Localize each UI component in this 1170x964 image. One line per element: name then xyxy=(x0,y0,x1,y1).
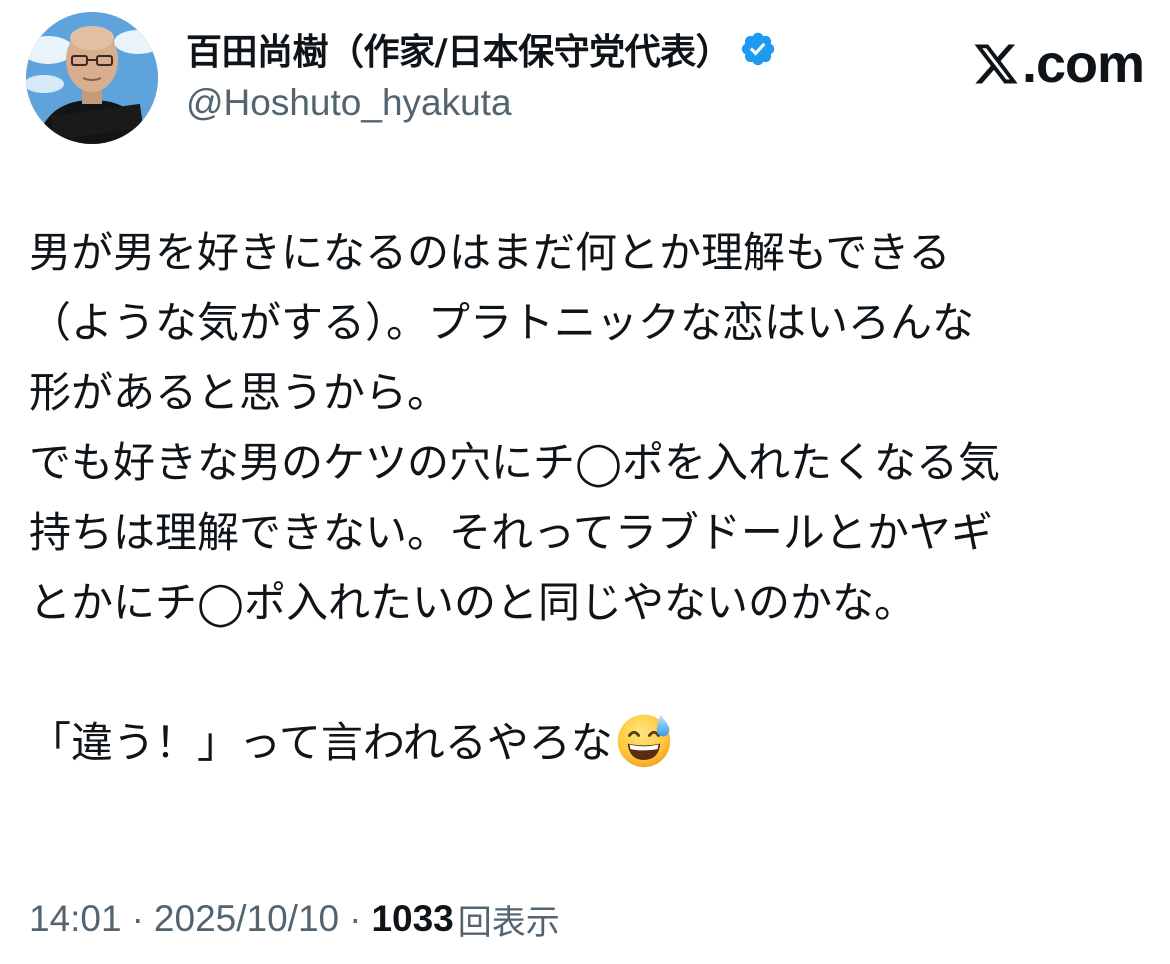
views-label: 回表示 xyxy=(457,902,560,943)
tweet-line: でも好きな男のケツの穴にチ◯ポを入れたくなる気 xyxy=(29,438,1001,487)
avatar-image xyxy=(26,12,158,144)
tweet-line: 「違う！」って言われるやろな xyxy=(29,718,613,767)
verified-badge-icon xyxy=(739,30,777,68)
tweet-line: （ような気がする）。プラトニックな恋はいろんな xyxy=(29,298,975,347)
tweet-text: 男が男を好きになるのはまだ何とか理解もできる （ような気がする）。プラトニックな… xyxy=(29,218,1149,778)
tweet-time[interactable]: 14:01 xyxy=(29,898,122,940)
grinning-face-with-sweat-emoji-icon xyxy=(615,711,673,769)
tweet-line: 男が男を好きになるのはまだ何とか理解もできる xyxy=(29,228,951,277)
avatar[interactable] xyxy=(26,12,158,144)
tweet-line: 持ちは理解できない。それってラブドールとかヤギ xyxy=(29,508,993,557)
display-name[interactable]: 百田尚樹（作家/日本保守党代表） xyxy=(186,23,732,75)
views-count: 1033 xyxy=(371,898,454,939)
author-handle[interactable]: @Hoshuto_hyakuta xyxy=(186,82,777,124)
tweet-last-line: 「違う！」って言われるやろな xyxy=(29,708,1149,778)
source-logo: .com xyxy=(972,34,1145,94)
meta-separator: · xyxy=(131,898,144,939)
tweet-line: とかにチ◯ポ入れたいのと同じやないのかな。 xyxy=(29,578,917,627)
x-logo-icon xyxy=(972,40,1020,88)
tweet-header: 百田尚樹（作家/日本保守党代表） @Hoshuto_hyakuta .com xyxy=(26,12,1145,144)
meta-separator: · xyxy=(349,898,362,939)
tweet-line: 形があると思うから。 xyxy=(29,368,450,417)
display-name-row: 百田尚樹（作家/日本保守党代表） xyxy=(186,24,777,74)
tweet-date[interactable]: 2025/10/10 xyxy=(154,898,339,940)
source-domain-suffix: .com xyxy=(1021,34,1145,94)
tweet-meta: 14:01 · 2025/10/10 · 1033 回表示 xyxy=(29,894,560,944)
author-info: 百田尚樹（作家/日本保守党代表） @Hoshuto_hyakuta xyxy=(186,24,777,124)
